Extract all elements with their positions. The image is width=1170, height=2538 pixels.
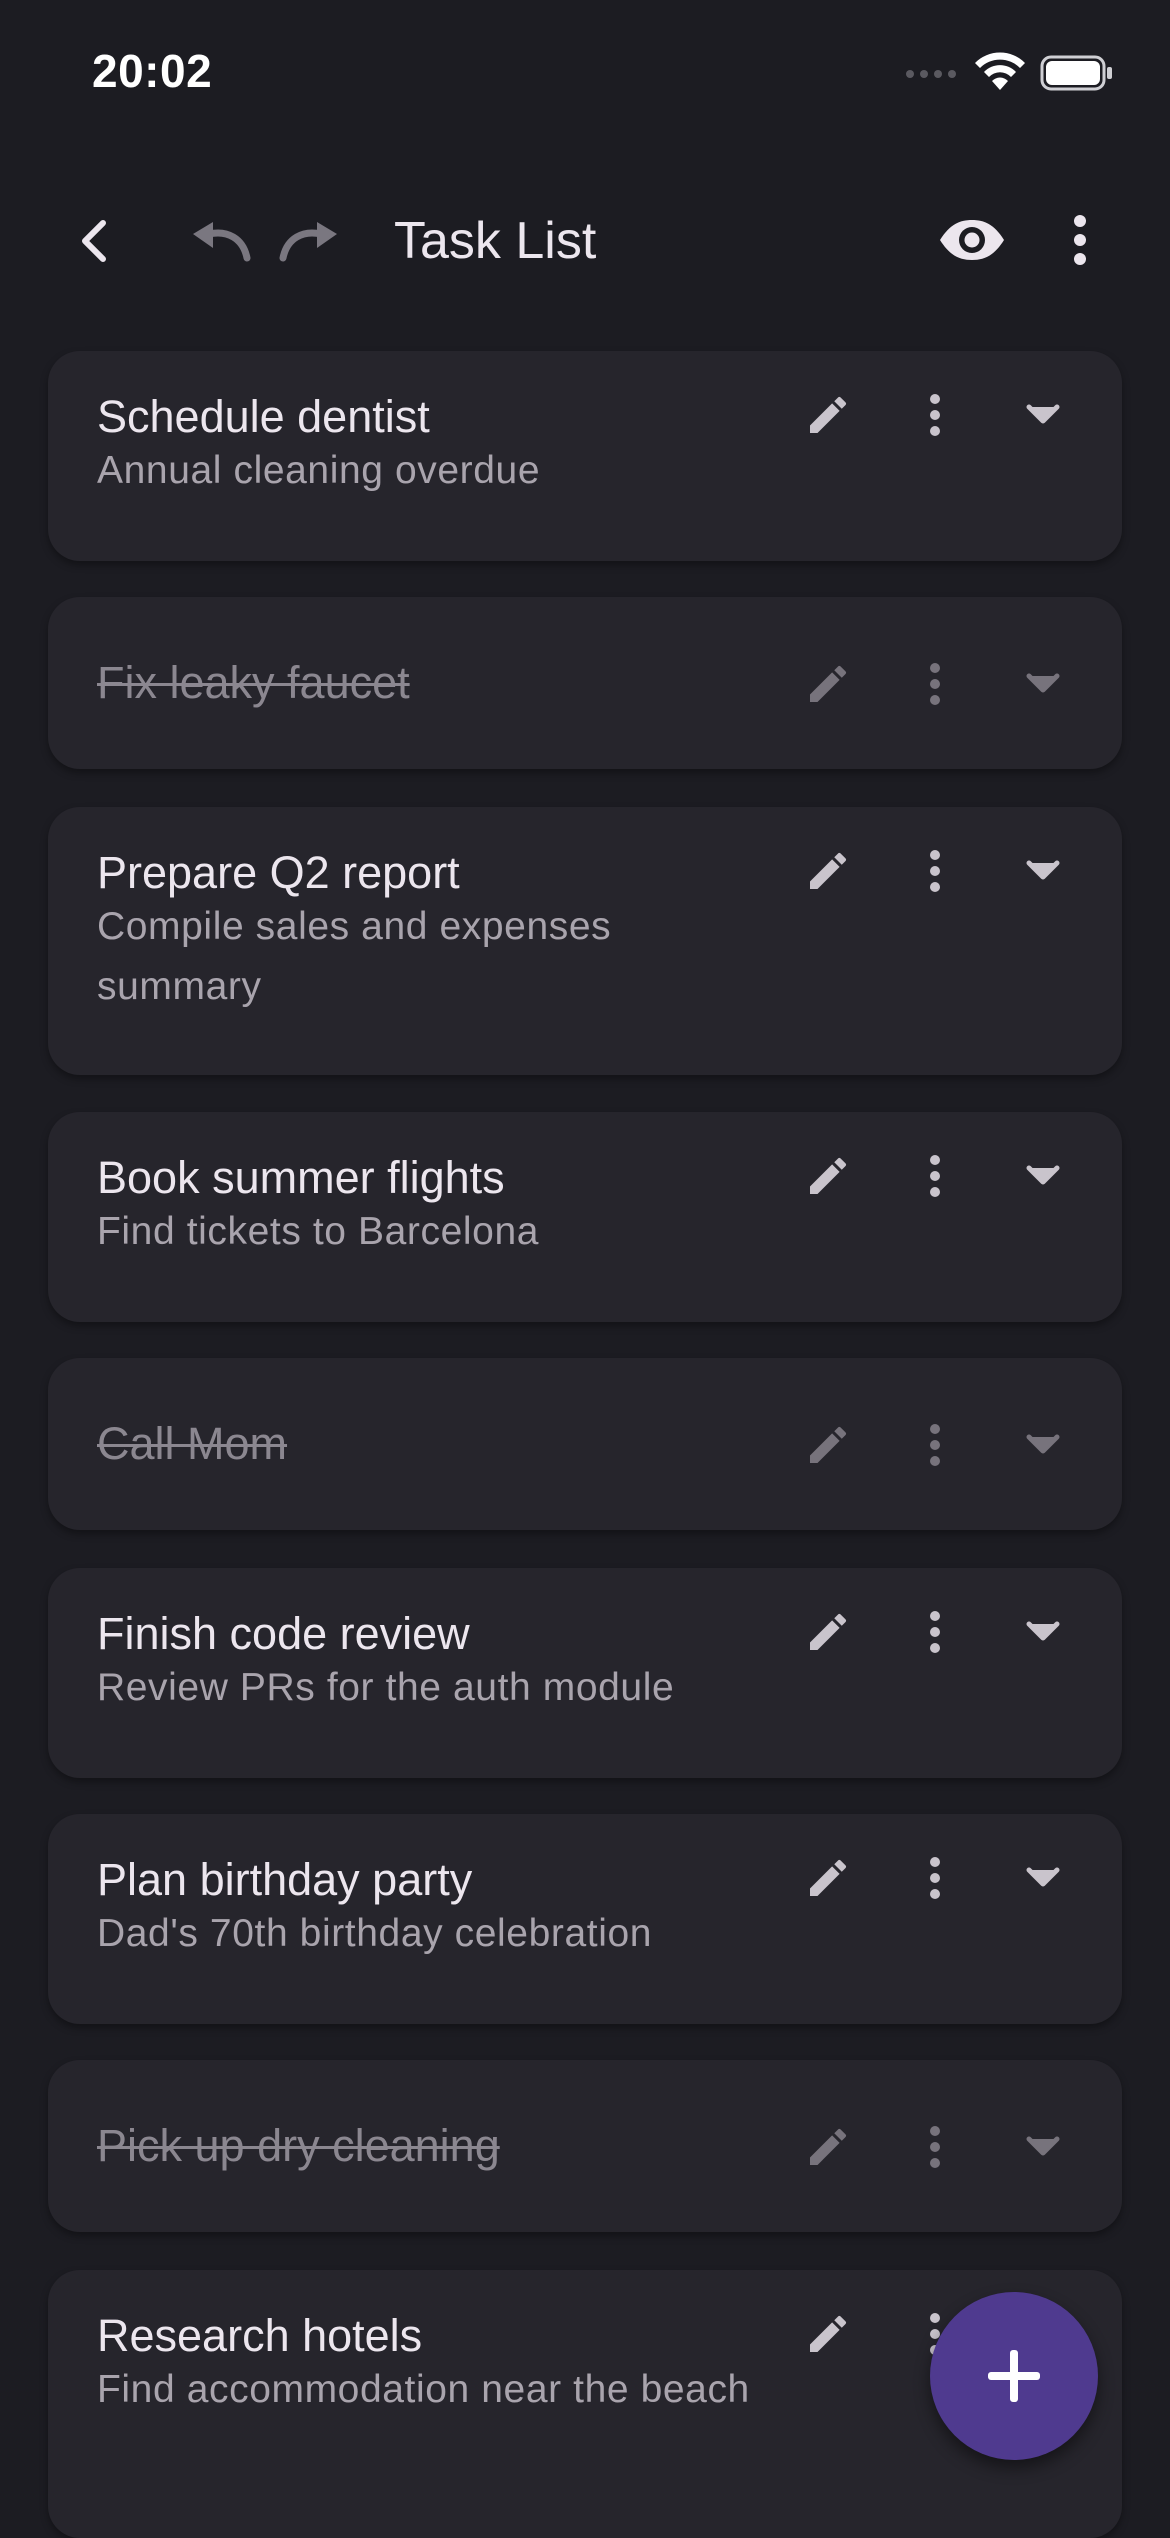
task-card[interactable]: Pick up dry cleaning: [48, 2060, 1122, 2232]
task-title: Fix leaky faucet: [97, 657, 410, 708]
cellular-signal-icon: [906, 70, 956, 78]
edit-task-button[interactable]: [798, 1415, 858, 1475]
plus-icon: [988, 2350, 1040, 2402]
task-description: Annual cleaning overdue: [97, 449, 541, 492]
task-menu-button[interactable]: [905, 654, 965, 714]
expand-task-button[interactable]: [1013, 1146, 1073, 1206]
task-menu-button[interactable]: [905, 1146, 965, 1206]
task-description: Review PRs for the auth module: [97, 1666, 675, 1709]
expand-task-button[interactable]: [1013, 385, 1073, 445]
task-description: Find tickets to Barcelona: [97, 1210, 540, 1253]
more-vert-icon: [930, 2126, 940, 2168]
more-vert-icon: [1074, 215, 1086, 265]
edit-task-button[interactable]: [798, 385, 858, 445]
app-bar: Task List: [0, 180, 1170, 300]
task-description: Compile sales and expenses summary: [97, 905, 612, 1008]
edit-task-button[interactable]: [798, 841, 858, 901]
expand-task-button[interactable]: [1013, 1602, 1073, 1662]
expand-task-button[interactable]: [1013, 2117, 1073, 2177]
expand-task-button[interactable]: [1013, 654, 1073, 714]
task-menu-button[interactable]: [905, 2117, 965, 2177]
edit-task-button[interactable]: [798, 1146, 858, 1206]
pencil-icon: [810, 2128, 847, 2165]
task-card[interactable]: Book summer flights Find tickets to Barc…: [48, 1112, 1122, 1322]
redo-icon: [279, 222, 337, 262]
chevron-down-icon: [1026, 404, 1060, 424]
chevron-down-icon: [1026, 860, 1060, 880]
task-title: Finish code review: [97, 1608, 470, 1659]
edit-task-button[interactable]: [798, 1848, 858, 1908]
task-card[interactable]: Finish code review Review PRs for the au…: [48, 1568, 1122, 1778]
task-title: Call Mom: [97, 1418, 288, 1469]
more-options-button[interactable]: [1052, 202, 1108, 278]
expand-task-button[interactable]: [1013, 1415, 1073, 1475]
task-description: Find accommodation near the beach: [97, 2368, 750, 2411]
task-menu-button[interactable]: [905, 1415, 965, 1475]
more-vert-icon: [930, 1155, 940, 1197]
redo-button[interactable]: [268, 206, 348, 276]
task-title: Prepare Q2 report: [97, 847, 460, 898]
more-vert-icon: [930, 1424, 940, 1466]
chevron-down-icon: [1026, 1867, 1060, 1887]
pencil-icon: [810, 665, 847, 702]
task-title: Schedule dentist: [97, 391, 430, 442]
task-title: Plan birthday party: [97, 1854, 473, 1905]
pencil-icon: [810, 2315, 847, 2352]
page-title: Task List: [394, 212, 597, 270]
pencil-icon: [810, 1859, 847, 1896]
undo-icon: [193, 222, 251, 262]
task-card[interactable]: Schedule dentist Annual cleaning overdue: [48, 351, 1122, 561]
task-title: Pick up dry cleaning: [97, 2120, 500, 2171]
more-vert-icon: [930, 1611, 940, 1653]
task-menu-button[interactable]: [905, 1848, 965, 1908]
chevron-down-icon: [1026, 673, 1060, 693]
task-menu-button[interactable]: [905, 841, 965, 901]
battery-icon: [1040, 55, 1112, 91]
more-vert-icon: [930, 663, 940, 705]
arrow-back-icon: [82, 220, 106, 262]
task-menu-button[interactable]: [905, 385, 965, 445]
task-description: Dad's 70th birthday celebration: [97, 1912, 653, 1955]
edit-task-button[interactable]: [798, 654, 858, 714]
task-menu-button[interactable]: [905, 1602, 965, 1662]
add-task-button[interactable]: [930, 2292, 1098, 2460]
pencil-icon: [810, 396, 847, 433]
visibility-button[interactable]: [930, 202, 1014, 278]
task-card[interactable]: Call Mom: [48, 1358, 1122, 1530]
expand-task-button[interactable]: [1013, 1848, 1073, 1908]
edit-task-button[interactable]: [798, 2304, 858, 2364]
task-card[interactable]: Fix leaky faucet: [48, 597, 1122, 769]
chevron-down-icon: [1026, 1165, 1060, 1185]
pencil-icon: [810, 852, 847, 889]
edit-task-button[interactable]: [798, 1602, 858, 1662]
task-card[interactable]: Plan birthday party Dad's 70th birthday …: [48, 1814, 1122, 2024]
pencil-icon: [810, 1157, 847, 1194]
chevron-down-icon: [1026, 2136, 1060, 2156]
chevron-down-icon: [1026, 1621, 1060, 1641]
eye-icon: [940, 220, 1004, 260]
pencil-icon: [810, 1613, 847, 1650]
task-title: Research hotels: [97, 2310, 423, 2361]
task-card[interactable]: Prepare Q2 report Compile sales and expe…: [48, 807, 1122, 1075]
wifi-icon: [975, 52, 1025, 90]
undo-button[interactable]: [182, 206, 262, 276]
more-vert-icon: [930, 394, 940, 436]
status-bar: 20:02: [0, 0, 1170, 150]
status-time: 20:02: [92, 45, 213, 97]
edit-task-button[interactable]: [798, 2117, 858, 2177]
more-vert-icon: [930, 1857, 940, 1899]
expand-task-button[interactable]: [1013, 841, 1073, 901]
pencil-icon: [810, 1426, 847, 1463]
task-title: Book summer flights: [97, 1152, 505, 1203]
back-button[interactable]: [60, 206, 130, 276]
more-vert-icon: [930, 850, 940, 892]
chevron-down-icon: [1026, 1434, 1060, 1454]
